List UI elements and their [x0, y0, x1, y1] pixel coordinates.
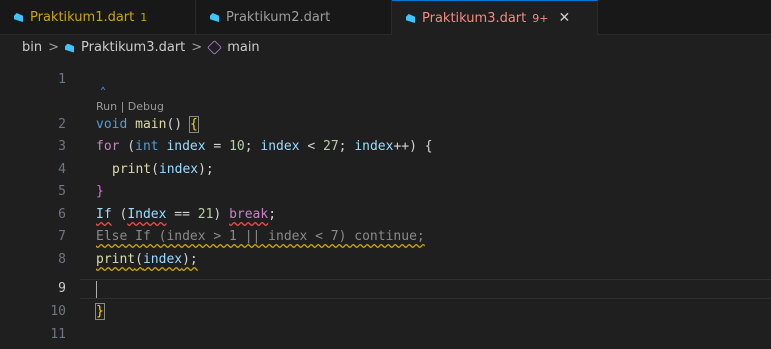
- tab-praktikum1[interactable]: Praktikum1.dart 1: [0, 0, 196, 34]
- line-number: 5: [58, 184, 66, 199]
- code-line: 11: [0, 325, 771, 345]
- code-line: 9: [0, 279, 771, 299]
- breadcrumb-folder[interactable]: bin: [22, 40, 42, 55]
- line-number: 4: [58, 162, 66, 177]
- code-text: If (Index == 21) break;: [96, 207, 277, 222]
- text-cursor: [96, 281, 97, 298]
- code-text: Else If (index > 1 || index < 7) continu…: [96, 229, 425, 244]
- code-text: print(index);: [96, 252, 198, 267]
- method-icon: [207, 40, 223, 55]
- code-line: 1: [0, 70, 771, 90]
- code-text: }: [96, 184, 104, 199]
- line-number: 3: [58, 139, 66, 154]
- line-number: 10: [50, 304, 66, 319]
- code-line: 10 }: [0, 302, 771, 322]
- line-number: 6: [58, 207, 66, 222]
- line-number: 11: [50, 327, 66, 342]
- code-editor[interactable]: ⌃ Run | Debug 1 2 void main() { 3 for (i…: [0, 62, 771, 349]
- line-number: 8: [58, 252, 66, 267]
- code-text: }: [95, 303, 105, 320]
- tab-praktikum2[interactable]: Praktikum2.dart: [196, 0, 392, 34]
- editor-tab-bar: Praktikum1.dart 1 Praktikum2.dart Prakti…: [0, 0, 771, 35]
- problem-count-badge: 9+: [532, 11, 549, 25]
- line-number: 9: [58, 281, 66, 296]
- tab-praktikum3[interactable]: Praktikum3.dart 9+ ✕: [392, 0, 598, 35]
- chevron-right-icon: >: [48, 40, 60, 55]
- dart-file-icon: [65, 43, 75, 53]
- chevron-right-icon: >: [191, 40, 203, 55]
- dart-file-icon: [210, 12, 220, 22]
- code-line: 3 for (int index = 10; index < 27; index…: [0, 137, 771, 157]
- code-line: 7 Else If (index > 1 || index < 7) conti…: [0, 227, 771, 247]
- breadcrumb-symbol[interactable]: main: [227, 40, 259, 55]
- tab-label: Praktikum1.dart: [30, 9, 135, 25]
- close-icon[interactable]: ✕: [558, 10, 570, 26]
- code-line: 4 print(index);: [0, 160, 771, 180]
- code-line: 5 }: [0, 182, 771, 202]
- code-line: 2 void main() {: [0, 115, 771, 135]
- problem-count-badge: 1: [140, 10, 148, 24]
- codelens-run-debug[interactable]: Run | Debug: [96, 100, 164, 113]
- code-text: for (int index = 10; index < 27; index++…: [96, 139, 433, 154]
- code-line: 8 print(index);: [0, 250, 771, 270]
- dart-file-icon: [406, 13, 416, 23]
- tab-label: Praktikum2.dart: [226, 9, 331, 25]
- breadcrumb: bin > Praktikum3.dart > main: [0, 35, 771, 60]
- code-line: 6 If (Index == 21) break;: [0, 205, 771, 225]
- line-number: 7: [58, 229, 66, 244]
- code-text: print(index);: [112, 162, 214, 177]
- breadcrumb-file[interactable]: Praktikum3.dart: [81, 40, 185, 55]
- tab-label: Praktikum3.dart: [422, 10, 527, 26]
- line-number: 2: [58, 117, 66, 132]
- code-text: void main() {: [96, 116, 199, 133]
- dart-file-icon: [14, 12, 24, 22]
- line-number: 1: [58, 72, 66, 87]
